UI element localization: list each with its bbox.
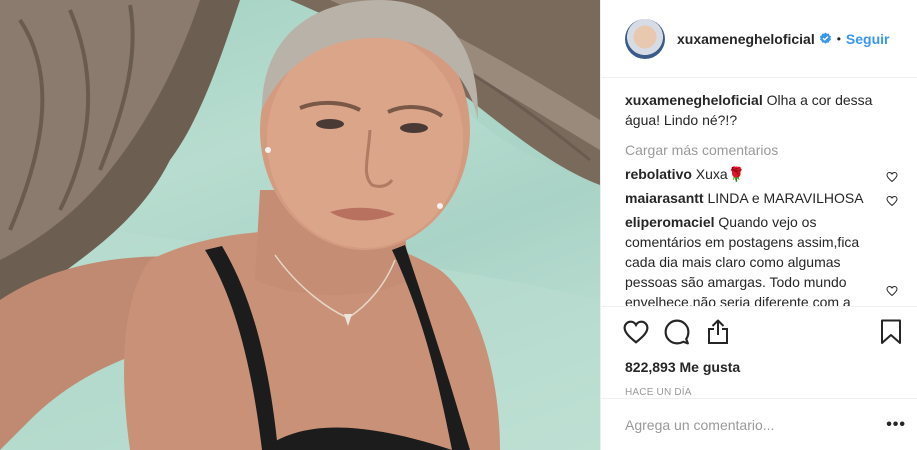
post-actions: 822,893 Me gusta HACE UN DÍA [601, 306, 917, 398]
post-side-panel: xuxamenegheloficial • Seguir xuxameneghe… [600, 0, 917, 450]
comment-item: maiarasantt LINDA e MARAVILHOSA [625, 188, 902, 208]
add-comment-bar: ••• [601, 398, 917, 450]
action-icons [621, 317, 906, 347]
small-heart-icon[interactable] [886, 168, 898, 183]
post-timestamp[interactable]: HACE UN DÍA [625, 387, 906, 398]
selfie-image [0, 0, 600, 450]
post-photo[interactable] [0, 0, 600, 450]
comment-username[interactable]: maiarasantt [625, 190, 704, 206]
verified-icon [819, 32, 832, 45]
comment-username[interactable]: eliperomaciel [625, 214, 715, 230]
share-icon[interactable] [703, 317, 733, 347]
comment-item: eliperomaciel Quando vejo os comentários… [625, 212, 902, 306]
post-header: xuxamenegheloficial • Seguir [601, 0, 917, 78]
comment-text: Xuxa🌹 [695, 166, 746, 182]
load-more-comments-button[interactable]: Cargar más comentarios [625, 142, 902, 158]
likes-count[interactable]: 822,893 Me gusta [625, 359, 906, 375]
avatar[interactable] [625, 18, 665, 59]
follow-button[interactable]: Seguir [846, 31, 890, 47]
comment-item: rebolativo Xuxa🌹 [625, 164, 902, 184]
heart-icon[interactable] [621, 317, 651, 347]
comment-username[interactable]: rebolativo [625, 166, 692, 182]
small-heart-icon[interactable] [886, 192, 898, 207]
bookmark-icon[interactable] [876, 317, 906, 347]
caption-username[interactable]: xuxamenegheloficial [625, 92, 763, 108]
comment-icon[interactable] [662, 317, 692, 347]
instagram-post: xuxamenegheloficial • Seguir xuxameneghe… [0, 0, 917, 450]
comments-section: xuxamenegheloficial Olha a cor dessa águ… [601, 78, 917, 306]
caption: xuxamenegheloficial Olha a cor dessa águ… [625, 90, 902, 130]
more-options-button[interactable]: ••• [886, 416, 906, 434]
small-heart-icon[interactable] [886, 282, 898, 297]
header-separator: • [836, 31, 841, 46]
comment-input[interactable] [625, 416, 887, 433]
comment-text: LINDA e MARAVILHOSA [707, 190, 864, 206]
header-username[interactable]: xuxamenegheloficial [677, 31, 815, 47]
